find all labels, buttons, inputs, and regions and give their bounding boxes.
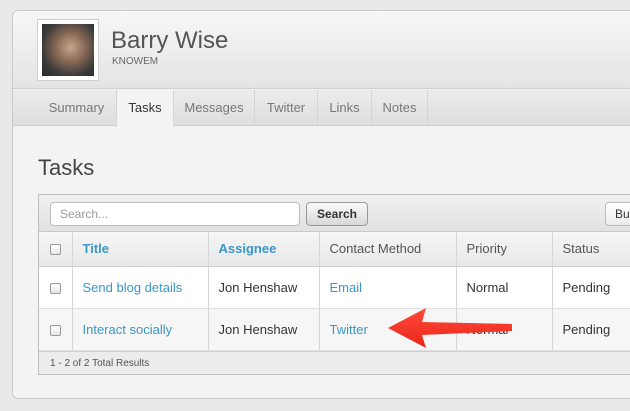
tab-notes[interactable]: Notes [372, 90, 428, 126]
contact-panel: Barry Wise KNOWEM Summary Tasks Messages… [12, 10, 630, 399]
results-count: 1 - 2 of 2 Total Results [39, 351, 630, 374]
column-header-contact-method: Contact Method [319, 232, 457, 267]
search-input[interactable] [50, 202, 300, 226]
avatar-frame [37, 19, 99, 81]
task-title-link[interactable]: Send blog details [72, 266, 209, 309]
table-row: Send blog details Jon Henshaw Email Norm… [39, 266, 630, 309]
task-contact-method-link[interactable]: Email [319, 266, 457, 309]
column-header-priority: Priority [456, 232, 553, 267]
row-checkbox[interactable] [49, 282, 61, 294]
task-title-link[interactable]: Interact socially [72, 308, 209, 351]
search-button[interactable]: Search [306, 202, 368, 226]
section-title: Tasks [38, 155, 95, 180]
task-priority: Normal [456, 266, 553, 309]
row-checkbox[interactable] [49, 324, 61, 336]
row-select-cell [39, 266, 73, 309]
select-all-checkbox[interactable] [49, 244, 61, 256]
task-status: Pending [552, 266, 630, 309]
task-status: Pending [552, 308, 630, 351]
contact-name: Barry Wise [111, 27, 229, 54]
avatar [42, 24, 94, 76]
column-header-status: Status [552, 232, 630, 267]
task-assignee: Jon Henshaw [208, 266, 320, 309]
tab-bar: Summary Tasks Messages Twitter Links Not… [13, 90, 630, 127]
bulk-actions-button[interactable]: Bu [605, 202, 630, 226]
tab-tasks[interactable]: Tasks [116, 90, 174, 127]
contact-header: Barry Wise KNOWEM [13, 11, 630, 89]
red-arrow-annotation-icon [388, 308, 512, 348]
tab-summary[interactable]: Summary [37, 90, 117, 126]
grid-toolbar: Search Bu [39, 195, 630, 232]
column-header-assignee[interactable]: Assignee [208, 232, 320, 267]
table-row: Interact socially Jon Henshaw Twitter No… [39, 308, 630, 351]
task-assignee: Jon Henshaw [208, 308, 320, 351]
column-header-title[interactable]: Title [72, 232, 209, 267]
row-select-cell [39, 308, 73, 351]
contact-company: KNOWEM [112, 56, 159, 67]
tab-links[interactable]: Links [318, 90, 372, 126]
tab-messages[interactable]: Messages [174, 90, 255, 126]
tasks-table: Title Assignee Contact Method Priority S… [39, 232, 630, 351]
tab-twitter[interactable]: Twitter [255, 90, 318, 126]
select-all-cell [39, 232, 73, 267]
arrow-shape [388, 308, 512, 348]
tasks-grid: Search Bu Title Assignee Contact Method … [38, 194, 630, 375]
table-header-row: Title Assignee Contact Method Priority S… [39, 232, 630, 267]
